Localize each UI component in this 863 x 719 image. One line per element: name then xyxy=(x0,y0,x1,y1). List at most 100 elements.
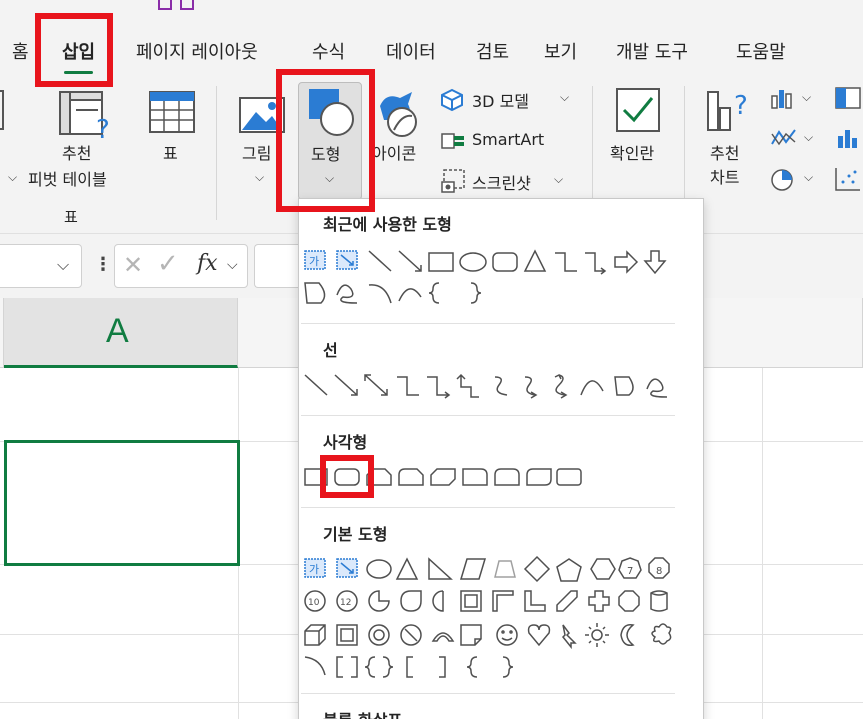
sun-icon[interactable] xyxy=(585,623,609,647)
double-arrow-line-icon[interactable] xyxy=(364,374,388,396)
text-box-icon[interactable]: 가 xyxy=(304,558,326,578)
arc-icon[interactable] xyxy=(304,656,326,676)
previous-group-button[interactable] xyxy=(0,90,4,130)
chevron-down-icon[interactable]: ⌵ xyxy=(57,255,69,275)
column-chart-button[interactable]: ⌵ xyxy=(770,86,816,112)
rounded-rectangle-icon[interactable] xyxy=(492,252,518,272)
curve-icon[interactable] xyxy=(398,288,422,302)
rectangle-icon[interactable] xyxy=(428,252,454,272)
dropdown-scrollbar[interactable] xyxy=(679,199,703,719)
chevron-down-icon[interactable]: ⌵ xyxy=(255,170,264,185)
tab-review[interactable]: 검토 xyxy=(476,38,509,64)
diagonal-snip-rectangle-icon[interactable] xyxy=(430,468,456,486)
oval-icon[interactable] xyxy=(459,252,487,272)
pie-icon[interactable] xyxy=(368,590,390,612)
trapezoid-icon[interactable] xyxy=(494,560,516,578)
bevel-icon[interactable] xyxy=(336,624,358,646)
cube-icon[interactable] xyxy=(304,624,326,646)
octagon-icon[interactable]: 8 xyxy=(648,557,670,579)
down-arrow-icon[interactable] xyxy=(643,250,667,275)
right-triangle-icon[interactable] xyxy=(428,557,453,580)
diamond-icon[interactable] xyxy=(523,555,551,583)
double-bracket-icon[interactable] xyxy=(336,656,358,678)
chevron-down-icon[interactable]: ⌵ xyxy=(227,257,238,273)
lightning-bolt-icon[interactable] xyxy=(561,624,577,650)
chevron-down-icon[interactable]: ⌵ xyxy=(560,90,569,105)
round-corner-rectangle-icon[interactable] xyxy=(462,468,488,486)
frame-rectangle-icon[interactable] xyxy=(556,468,582,486)
insert-function-icon[interactable]: fx xyxy=(197,251,218,276)
half-frame-icon[interactable] xyxy=(492,590,514,612)
round-diagonal-rectangle-icon[interactable] xyxy=(526,468,552,486)
curve-icon[interactable] xyxy=(580,380,604,396)
can-icon[interactable] xyxy=(650,590,668,612)
arrow-line-icon[interactable] xyxy=(398,250,422,272)
cancel-icon[interactable]: ✕ xyxy=(123,251,143,279)
elbow-double-arrow-icon[interactable] xyxy=(456,373,479,398)
tab-page-layout[interactable]: 페이지 레이아웃 xyxy=(136,38,258,64)
selected-cell[interactable] xyxy=(4,440,240,566)
elbow-connector-icon[interactable] xyxy=(555,252,577,272)
line-icon[interactable] xyxy=(368,250,392,272)
moon-icon[interactable] xyxy=(620,623,635,647)
tab-data[interactable]: 데이터 xyxy=(386,38,436,64)
elbow-arrow-connector-icon[interactable] xyxy=(585,252,607,275)
chevron-down-icon[interactable]: ⌵ xyxy=(554,172,563,187)
statistic-chart-button[interactable] xyxy=(834,126,863,152)
left-bracket-icon[interactable] xyxy=(406,656,413,678)
checkbox-button[interactable] xyxy=(604,84,674,184)
left-brace-icon[interactable] xyxy=(466,656,478,678)
curved-double-arrow-icon[interactable] xyxy=(554,373,568,399)
column-header-a[interactable]: A xyxy=(4,298,238,368)
freeform-icon[interactable] xyxy=(614,376,634,396)
scatter-chart-button[interactable] xyxy=(834,166,863,192)
tab-formulas[interactable]: 수식 xyxy=(312,38,345,64)
line-icon[interactable] xyxy=(304,374,328,396)
pie-chart-button[interactable]: ⌵ xyxy=(770,166,816,192)
screenshot-button[interactable]: 스크린샷 ⌵ xyxy=(438,166,578,196)
heart-icon[interactable] xyxy=(527,624,551,647)
elbow-arrow-connector-icon[interactable] xyxy=(427,376,451,399)
3d-models-button[interactable]: 3D 모델 ⌵ xyxy=(438,86,578,114)
text-box-icon[interactable]: 가 xyxy=(304,250,326,270)
arrow-line-icon[interactable] xyxy=(334,374,358,396)
right-brace-icon[interactable] xyxy=(470,282,482,304)
folded-corner-icon[interactable] xyxy=(460,624,482,646)
cloud-icon[interactable] xyxy=(651,623,672,645)
enter-icon[interactable]: ✓ xyxy=(157,249,179,279)
block-arc-icon[interactable] xyxy=(431,632,455,642)
tab-view[interactable]: 보기 xyxy=(544,38,577,64)
diagonal-stripe-icon[interactable] xyxy=(556,590,578,612)
tab-help[interactable]: 도움말 xyxy=(736,38,786,64)
vertical-text-box-icon[interactable] xyxy=(336,558,358,578)
pentagon-icon[interactable] xyxy=(556,558,582,582)
tab-developer[interactable]: 개발 도구 xyxy=(616,38,688,64)
arc-icon[interactable] xyxy=(368,284,392,304)
cross-icon[interactable] xyxy=(588,590,610,612)
right-brace-icon[interactable] xyxy=(502,656,514,678)
triangle-icon[interactable] xyxy=(523,249,547,272)
l-shape-icon[interactable] xyxy=(524,590,546,612)
scribble-icon[interactable] xyxy=(646,378,668,398)
dodecagon-icon[interactable]: 12 xyxy=(336,590,358,612)
decagon-icon[interactable]: 10 xyxy=(304,590,326,612)
line-chart-button[interactable]: ⌵ xyxy=(770,126,816,152)
frame-icon[interactable] xyxy=(460,590,482,612)
curved-connector-icon[interactable] xyxy=(494,376,508,396)
vertical-text-box-icon[interactable] xyxy=(336,250,358,270)
right-bracket-icon[interactable] xyxy=(439,656,446,678)
donut-icon[interactable] xyxy=(368,624,390,646)
hexagon-icon[interactable] xyxy=(590,558,616,580)
curved-arrow-connector-icon[interactable] xyxy=(524,376,538,399)
smiley-face-icon[interactable] xyxy=(496,624,518,646)
parallelogram-icon[interactable] xyxy=(459,558,487,580)
round-same-side-rectangle-icon[interactable] xyxy=(494,468,520,486)
right-arrow-icon[interactable] xyxy=(614,250,639,274)
smartart-button[interactable]: SmartArt xyxy=(438,128,578,156)
no-symbol-icon[interactable] xyxy=(400,624,422,646)
left-brace-icon[interactable] xyxy=(428,282,440,304)
chord-icon[interactable] xyxy=(400,590,422,612)
hierarchy-chart-button[interactable] xyxy=(834,86,863,112)
scribble-icon[interactable] xyxy=(336,284,358,304)
tab-home[interactable]: 홈 xyxy=(12,38,29,64)
